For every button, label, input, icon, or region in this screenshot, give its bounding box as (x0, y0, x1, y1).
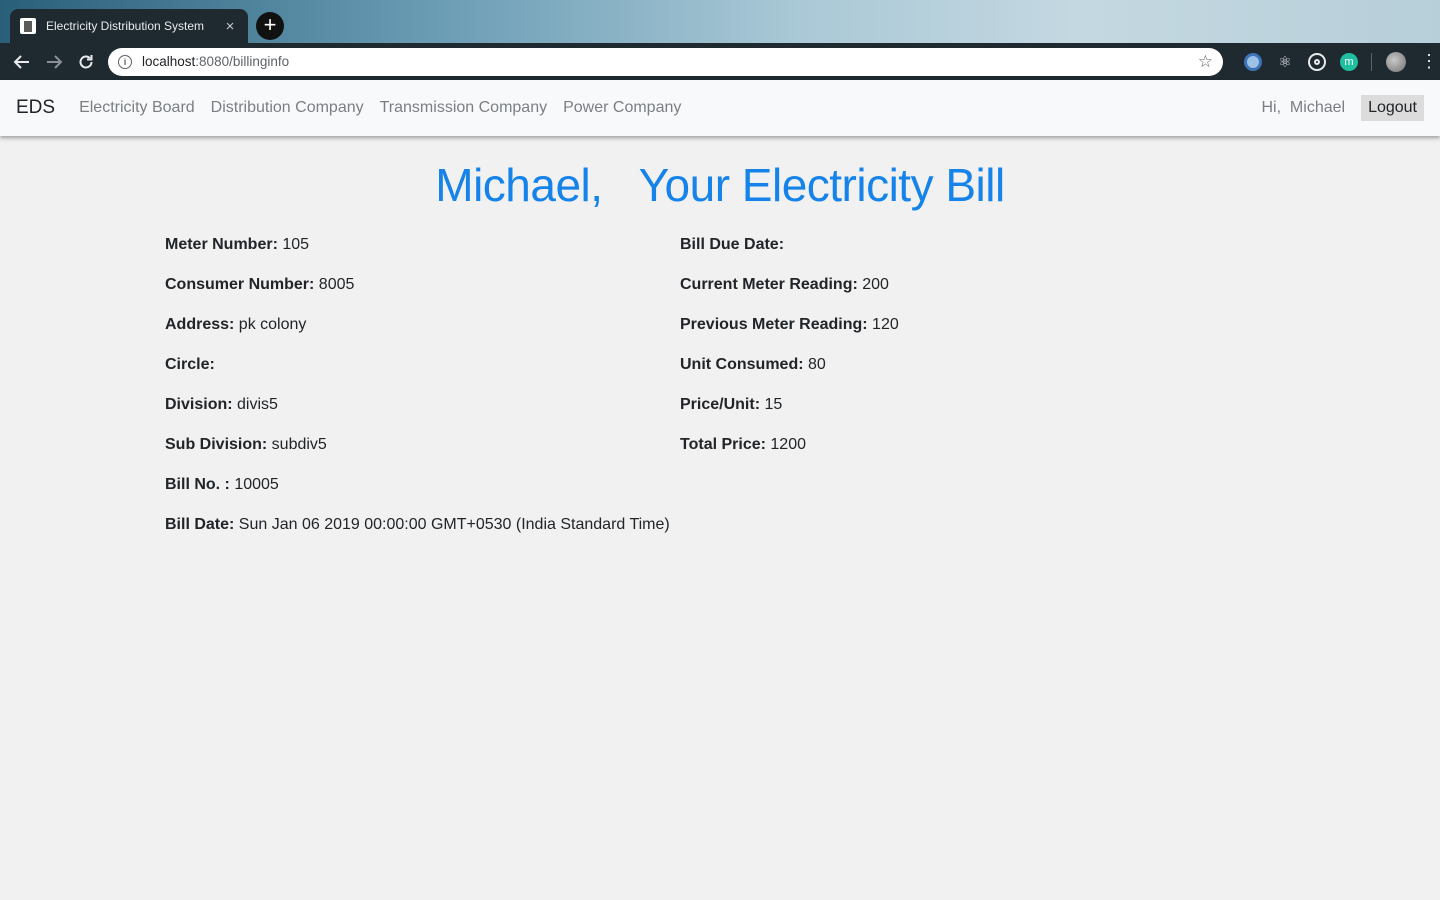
field-value: 10005 (229, 476, 279, 493)
profile-avatar[interactable] (1386, 51, 1406, 72)
total-price-field: Total Price: 1200 (680, 435, 899, 475)
bill-due-date-field: Bill Due Date: (680, 235, 899, 275)
tab-title: Electricity Distribution System (46, 19, 205, 33)
app-navbar: EDS Electricity Board Distribution Compa… (0, 80, 1440, 136)
url-host: localhost (142, 54, 196, 69)
field-label: Division: (165, 396, 233, 413)
field-label: Meter Number: (165, 236, 278, 253)
price-per-unit-field: Price/Unit: 15 (680, 395, 899, 435)
user-greeting: Hi, Michael (1261, 99, 1346, 116)
toolbar-divider (1371, 52, 1372, 71)
bookmark-star-icon[interactable]: ☆ (1198, 52, 1213, 72)
field-value: divis5 (232, 396, 278, 413)
field-label: Price/Unit: (680, 396, 761, 413)
field-label: Address: (165, 316, 235, 333)
bill-date-field: Bill Date: Sun Jan 06 2019 00:00:00 GMT+… (165, 515, 670, 555)
meter-number-field: Meter Number: 105 (165, 235, 670, 275)
field-value: 200 (857, 276, 889, 293)
unit-consumed-field: Unit Consumed: 80 (680, 355, 899, 395)
field-value: Sun Jan 06 2019 00:00:00 GMT+0530 (India… (234, 516, 670, 533)
previous-meter-reading-field: Previous Meter Reading: 120 (680, 315, 899, 355)
circle-field: Circle: (165, 355, 670, 395)
field-value: 120 (867, 316, 899, 333)
page-title: Michael, Your Electricity Bill (435, 159, 1005, 211)
site-info-icon[interactable]: i (118, 54, 132, 69)
url-text[interactable]: localhost:8080/billinginfo (142, 54, 1198, 69)
tab-close-icon[interactable]: × (222, 18, 238, 35)
favicon-icon (20, 18, 36, 34)
browser-menu-icon[interactable]: ⋮ (1420, 51, 1438, 72)
field-label: Unit Consumed: (680, 356, 804, 373)
browser-tab[interactable]: Electricity Distribution System × (10, 9, 248, 43)
field-value: pk colony (234, 316, 307, 333)
bill-details-right: Bill Due Date: Current Meter Reading: 20… (680, 235, 899, 475)
url-path: :8080/billinginfo (195, 54, 290, 69)
division-field: Division: divis5 (165, 395, 670, 435)
bill-number-field: Bill No. : 10005 (165, 475, 670, 515)
nav-link-electricity-board[interactable]: Electricity Board (71, 99, 203, 117)
field-value: 105 (277, 236, 310, 253)
address-field: Address: pk colony (165, 315, 670, 355)
new-tab-button[interactable]: + (256, 12, 284, 40)
extension-icon-1[interactable] (1244, 52, 1262, 71)
field-label: Bill Due Date: (680, 236, 785, 253)
field-label: Bill Date: (165, 516, 235, 533)
field-label: Sub Division: (165, 436, 268, 453)
field-value: subdiv5 (267, 436, 327, 453)
forward-button[interactable] (38, 46, 70, 78)
address-bar[interactable]: i localhost:8080/billinginfo ☆ (108, 47, 1223, 76)
browser-toolbar: i localhost:8080/billinginfo ☆ ⚛ m ⋮ (0, 43, 1440, 80)
arrow-left-icon (13, 54, 29, 69)
extension-m-icon[interactable]: m (1340, 52, 1358, 71)
bill-details-left: Meter Number: 105 Consumer Number: 8005 … (165, 235, 670, 555)
current-meter-reading-field: Current Meter Reading: 200 (680, 275, 899, 315)
field-label: Bill No. : (165, 476, 230, 493)
back-button[interactable] (6, 46, 38, 78)
reload-button[interactable] (70, 46, 102, 78)
field-value: 1200 (765, 436, 806, 453)
field-value: 80 (803, 356, 826, 373)
nav-link-distribution-company[interactable]: Distribution Company (203, 99, 372, 117)
nav-link-transmission-company[interactable]: Transmission Company (372, 99, 555, 117)
field-label: Circle: (165, 356, 215, 373)
arrow-right-icon (47, 54, 63, 69)
field-label: Previous Meter Reading: (680, 316, 868, 333)
logout-button[interactable]: Logout (1361, 95, 1424, 121)
react-devtools-icon[interactable]: ⚛ (1276, 53, 1294, 71)
field-value: 8005 (314, 276, 355, 293)
reload-icon (79, 54, 93, 68)
field-label: Consumer Number: (165, 276, 315, 293)
nav-link-power-company[interactable]: Power Company (555, 99, 689, 117)
browser-tabstrip: Electricity Distribution System × + (0, 0, 1440, 43)
sub-division-field: Sub Division: subdiv5 (165, 435, 670, 475)
field-value: 15 (760, 396, 783, 413)
extensions-area: ⚛ m ⋮ (1237, 51, 1438, 72)
brand-logo[interactable]: EDS (16, 97, 55, 119)
consumer-number-field: Consumer Number: 8005 (165, 275, 670, 315)
field-label: Current Meter Reading: (680, 276, 858, 293)
field-label: Total Price: (680, 436, 766, 453)
extension-target-icon[interactable] (1308, 52, 1326, 71)
